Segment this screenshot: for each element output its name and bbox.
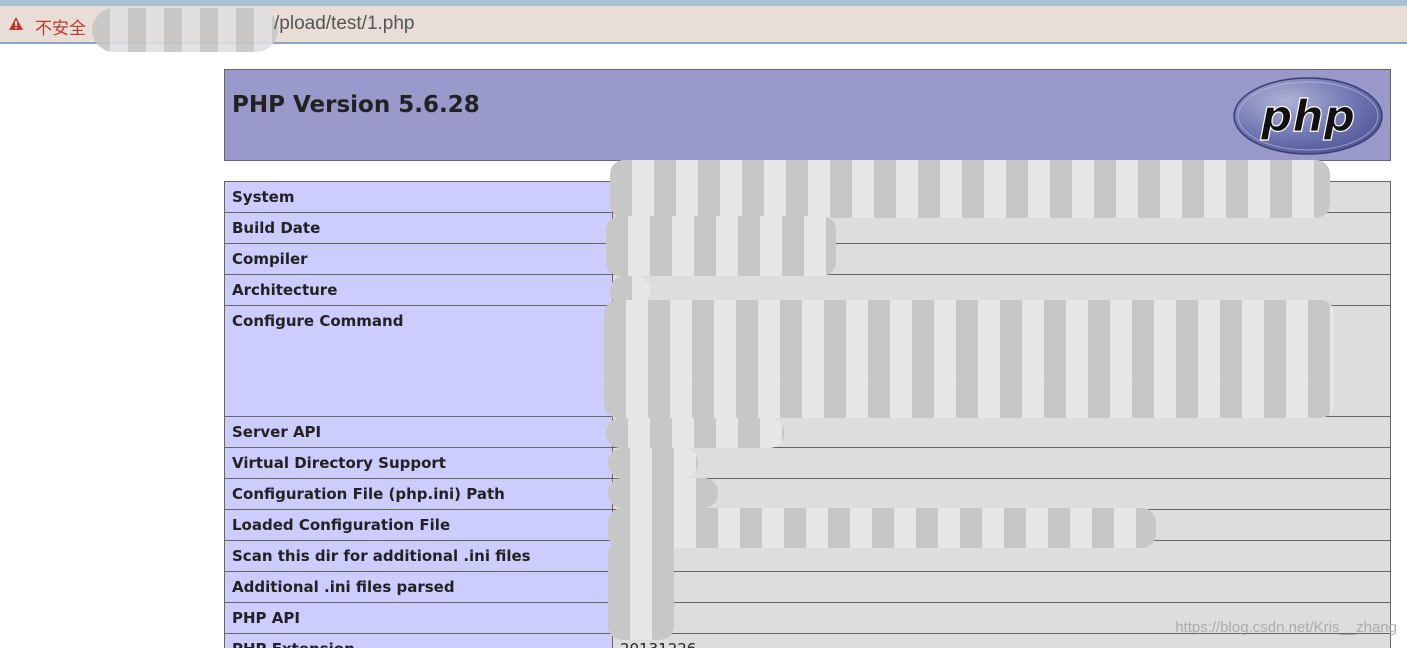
row-key: PHP Extension bbox=[224, 633, 613, 648]
address-bar[interactable]: 不安全 /pload/test/1.php bbox=[0, 6, 1407, 52]
redaction-blur bbox=[606, 216, 836, 276]
table-row: Additional .ini files parsed bbox=[224, 571, 1391, 603]
row-key: Build Date bbox=[224, 212, 613, 244]
php-logo-text: php bbox=[1260, 91, 1355, 142]
url-redaction bbox=[92, 8, 278, 52]
table-row: Server API bbox=[224, 416, 1391, 448]
row-key: Server API bbox=[224, 416, 613, 448]
row-key: Virtual Directory Support bbox=[224, 447, 613, 479]
row-key: Architecture bbox=[224, 274, 613, 306]
row-value bbox=[612, 571, 1391, 603]
page-title: PHP Version 5.6.28 bbox=[232, 92, 480, 118]
watermark: https://blog.csdn.net/Kris__zhang bbox=[1175, 619, 1397, 636]
redaction-blur bbox=[606, 418, 784, 448]
redaction-blur bbox=[610, 160, 1330, 218]
warning-icon[interactable] bbox=[8, 16, 24, 32]
row-key: Configuration File (php.ini) Path bbox=[224, 478, 613, 510]
redaction-blur bbox=[608, 540, 674, 640]
row-key: Scan this dir for additional .ini files bbox=[224, 540, 613, 572]
phpinfo-header: PHP Version 5.6.28 php bbox=[224, 69, 1391, 161]
redaction-blur bbox=[608, 478, 718, 508]
table-row: Configuration File (php.ini) Path bbox=[224, 478, 1391, 510]
row-key: Compiler bbox=[224, 243, 613, 275]
redaction-blur bbox=[604, 300, 1334, 418]
row-key: Additional .ini files parsed bbox=[224, 571, 613, 603]
row-key: PHP API bbox=[224, 602, 613, 634]
row-value bbox=[612, 478, 1391, 510]
php-logo-icon[interactable]: php bbox=[1232, 76, 1384, 156]
row-key: Configure Command bbox=[224, 305, 613, 417]
redaction-blur bbox=[608, 508, 1156, 548]
row-key: Loaded Configuration File bbox=[224, 509, 613, 541]
security-status-label[interactable]: 不安全 bbox=[35, 14, 86, 39]
table-row: Virtual Directory Support bbox=[224, 447, 1391, 479]
row-key: System bbox=[224, 181, 613, 213]
row-value bbox=[612, 447, 1391, 479]
redaction-blur bbox=[608, 448, 698, 478]
url-text[interactable]: /pload/test/1.php bbox=[274, 13, 415, 35]
